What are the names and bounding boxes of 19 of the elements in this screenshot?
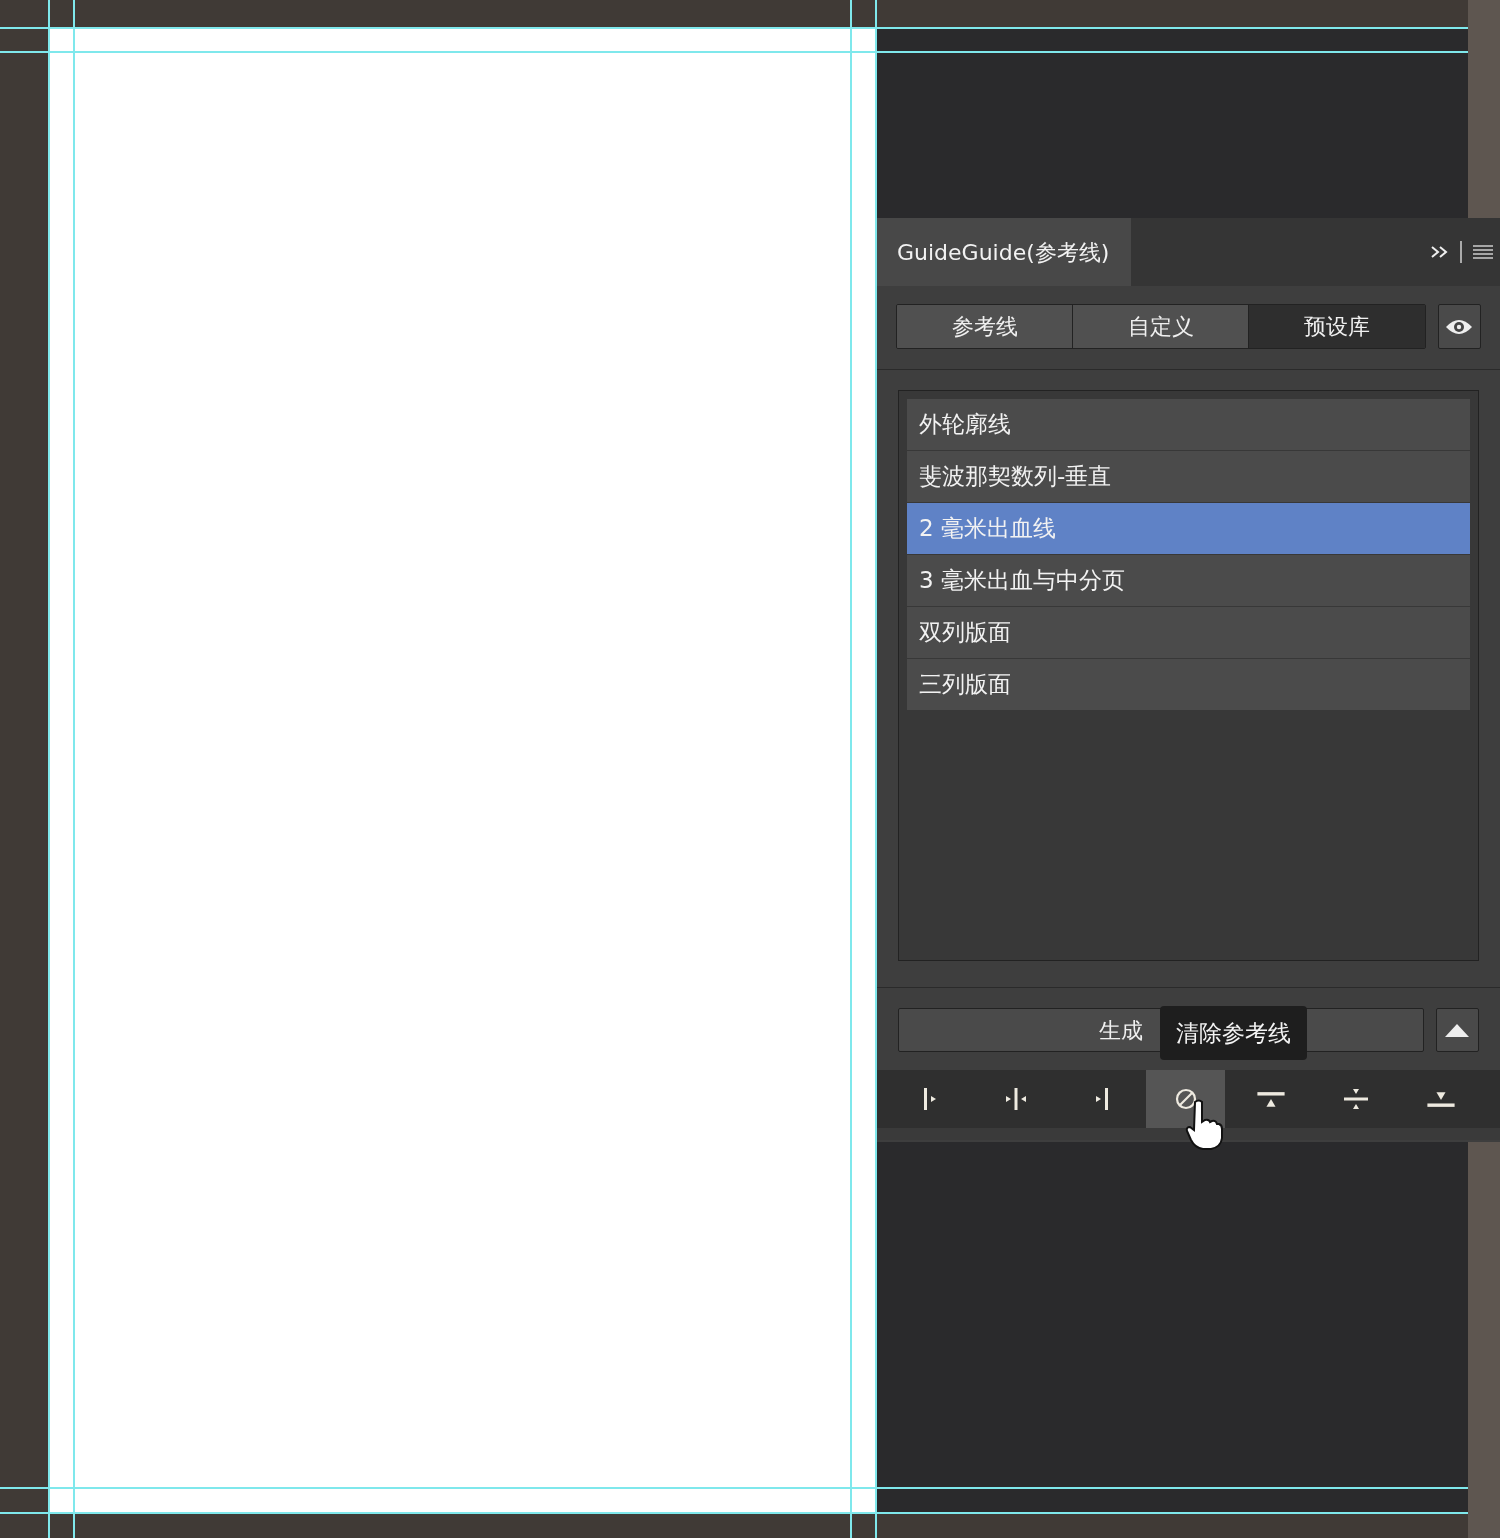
hand-cursor-icon (1185, 1098, 1223, 1150)
preset-item[interactable]: 斐波那契数列-垂直 (907, 451, 1470, 502)
align-top-guide-icon (1256, 1090, 1285, 1108)
collapse-button[interactable] (1435, 1008, 1479, 1052)
panel-tab[interactable]: GuideGuide(参考线) (877, 218, 1131, 286)
guide-tool-button[interactable] (1146, 1070, 1225, 1128)
visibility-button[interactable] (1437, 304, 1481, 349)
menu-icon[interactable] (1472, 244, 1494, 260)
preset-item[interactable]: 双列版面 (907, 607, 1470, 658)
double-chevron-icon[interactable] (1430, 244, 1450, 260)
tab[interactable]: 自定义 (1073, 305, 1250, 348)
tooltip: 清除参考线 (1160, 1006, 1307, 1060)
tab[interactable]: 预设库 (1249, 305, 1425, 348)
triangle-up-icon (1445, 1023, 1470, 1037)
preset-item[interactable]: 外轮廓线 (907, 399, 1470, 450)
tab[interactable]: 参考线 (897, 305, 1074, 348)
preset-item[interactable]: 三列版面 (907, 659, 1470, 710)
preset-item[interactable]: 3 毫米出血与中分页 (907, 555, 1470, 606)
align-bottom-guide-icon (1426, 1090, 1455, 1108)
